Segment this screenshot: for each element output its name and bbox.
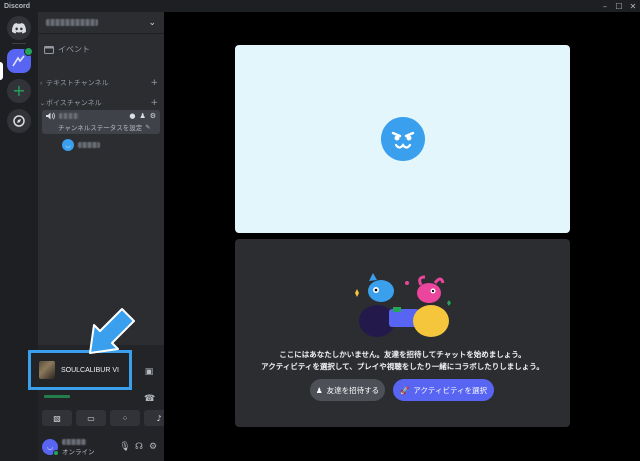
rocket-icon: 🚀: [399, 385, 410, 395]
camera-off-icon: ▧: [53, 413, 61, 423]
home-button[interactable]: [7, 16, 31, 40]
add-voice-channel-icon[interactable]: +: [150, 98, 158, 108]
events-item[interactable]: イベント: [44, 44, 90, 55]
voice-user-name-redacted: [78, 142, 100, 148]
plus-icon: +: [12, 81, 26, 100]
maximize-button[interactable]: ☐: [612, 0, 626, 12]
close-button[interactable]: ✕: [626, 0, 640, 12]
activities-button[interactable]: ⁘: [110, 410, 140, 426]
server-glyph-icon: [12, 55, 25, 67]
empty-message-line1: ここにはあなたしかいません。友達を招待してチャットを始めましょう。: [279, 350, 526, 359]
pointer-arrow-icon: [89, 308, 135, 354]
screen-share-icon[interactable]: ▣: [143, 366, 155, 378]
add-server-button[interactable]: +: [7, 79, 31, 103]
camera-off-button[interactable]: ▧: [42, 410, 72, 426]
user-face-icon: ◡: [46, 443, 54, 451]
activity-buttons: ▧ ▭ ⁘ ♪: [42, 410, 174, 426]
server-name-redacted: [46, 19, 98, 26]
gear-icon[interactable]: ⚙: [150, 112, 156, 120]
monitor-icon: ▭: [87, 413, 95, 423]
grid-icon: ⁘: [121, 413, 129, 423]
speaker-icon: [46, 112, 55, 120]
game-name: SOULCALIBUR VI: [61, 366, 119, 374]
app-title: Discord: [4, 2, 31, 10]
user-panel: ◡ オンライン 🎙 ☊ ⚙: [38, 433, 164, 461]
category-label: ボイスチャンネル: [46, 99, 102, 107]
settings-gear-icon[interactable]: ⚙: [146, 442, 160, 452]
soundboard-icon: ♪: [156, 413, 162, 423]
user-face-icon: ◡: [65, 141, 71, 149]
microphone-icon[interactable]: 🎙: [118, 442, 132, 452]
active-server-pill: [0, 62, 3, 80]
minimize-button[interactable]: –: [598, 0, 612, 12]
chevron-down-icon: ⌄: [148, 17, 156, 28]
voice-indicator-icon: [24, 47, 33, 56]
share-screen-button[interactable]: ▭: [76, 410, 106, 426]
user-info[interactable]: オンライン: [62, 438, 118, 456]
chat-bubble-icon[interactable]: ●: [129, 112, 135, 120]
invite-tile: ここにはあなたしかいません。友達を招待してチャットを始めましょう。 アクティビテ…: [235, 239, 570, 427]
avatar-face-icon: [380, 117, 425, 161]
events-label: イベント: [58, 45, 90, 54]
invite-member-icon[interactable]: ♟: [139, 112, 145, 120]
title-bar: Discord – ☐ ✕: [0, 0, 640, 12]
avatar: ◡: [62, 139, 74, 151]
empty-message-line2: アクティビティを選択して、プレイや視聴をしたり一緒にコラボしたりしましょう。: [261, 362, 544, 371]
headphones-icon[interactable]: ☊: [132, 442, 146, 452]
voice-channel-user[interactable]: ◡: [62, 139, 100, 151]
category-label: テキストチャンネル: [46, 79, 109, 87]
voice-channel-topic[interactable]: チャンネルステータスを設定 ✎: [42, 122, 160, 133]
user-video-tile[interactable]: [235, 45, 570, 233]
server-icon-active[interactable]: [7, 47, 33, 73]
rail-separator: [12, 43, 26, 44]
voice-channel-name-redacted: [59, 113, 79, 119]
category-voice-channels[interactable]: ⌄ ボイスチャンネル +: [40, 98, 158, 108]
category-text-channels[interactable]: › テキストチャンネル +: [40, 78, 158, 88]
server-rail: +: [0, 12, 38, 461]
username-redacted: [62, 438, 86, 445]
user-avatar[interactable]: ◡: [42, 439, 59, 456]
activity-label: アクティビティを選択: [413, 385, 488, 395]
game-thumbnail: [39, 361, 55, 379]
connection-bar: [44, 395, 70, 398]
explore-servers-button[interactable]: [7, 109, 31, 133]
discord-logo-icon: [12, 22, 26, 33]
online-status-icon: [53, 450, 59, 456]
invite-label: 友達を招待する: [326, 385, 380, 395]
friends-illustration-icon: [355, 273, 451, 337]
add-text-channel-icon[interactable]: +: [150, 78, 158, 88]
compass-icon: [13, 115, 25, 127]
server-header[interactable]: ⌄: [38, 12, 164, 34]
user-status: オンライン: [62, 447, 95, 456]
disconnect-icon[interactable]: ☎: [144, 394, 155, 404]
invite-friends-button[interactable]: ♟ 友達を招待する: [310, 379, 385, 401]
pencil-icon: ✎: [145, 123, 151, 131]
add-friend-icon: ♟: [315, 385, 323, 395]
topic-label: チャンネルステータスを設定: [58, 124, 143, 132]
choose-activity-button[interactable]: 🚀 アクティビティを選択: [393, 379, 494, 401]
voice-channel-item[interactable]: ● ♟ ⚙ チャンネルステータスを設定 ✎: [42, 110, 160, 134]
calendar-icon: [44, 46, 54, 54]
